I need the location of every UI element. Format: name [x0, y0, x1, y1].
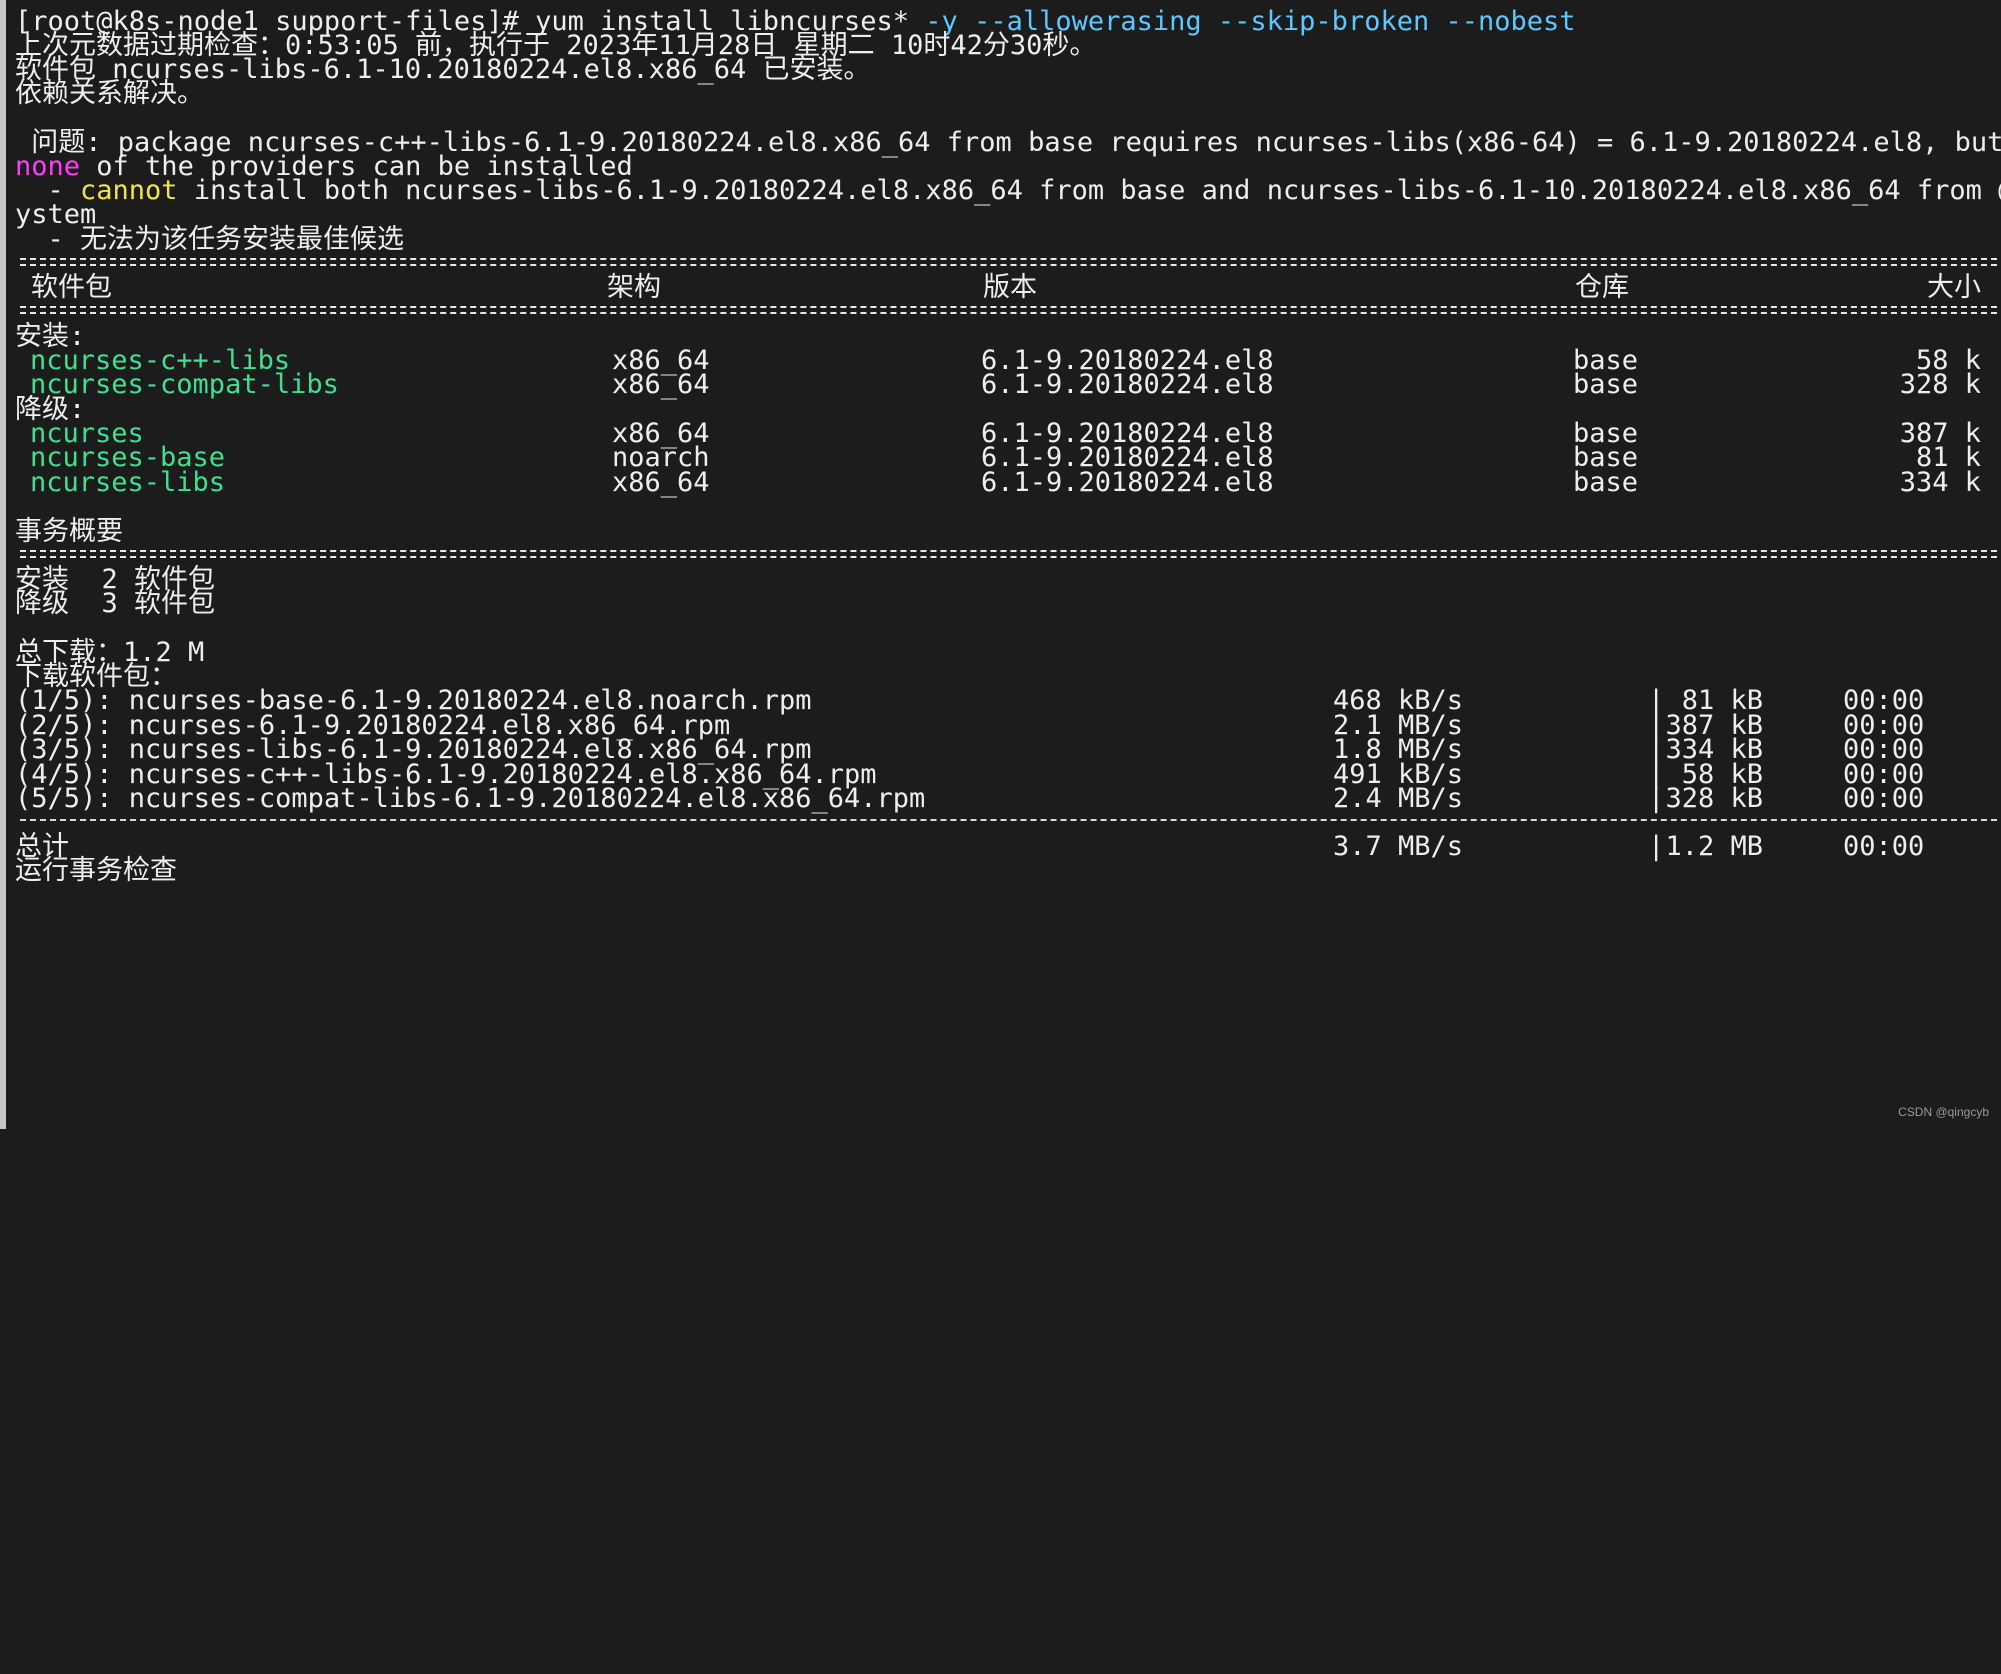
downgrade-count: 降级 3 软件包: [15, 588, 216, 619]
download-speed: 2.4 MB/s: [1332, 783, 1463, 814]
package-name: ncurses-libs: [30, 467, 226, 498]
header-arch: 架构: [607, 272, 661, 303]
transaction-summary-title: 事务概要: [15, 516, 123, 547]
package-size: 334 k: [1899, 467, 1981, 498]
download-size: 328 kB: [1665, 783, 1763, 814]
header-repo: 仓库: [1575, 272, 1629, 303]
dependency-resolved-line: 依赖关系解决。: [15, 78, 204, 109]
double-divider: [20, 306, 1997, 314]
double-divider: [20, 550, 1997, 558]
header-size: 大小: [1927, 272, 1981, 303]
terminal-window[interactable]: [root@k8s-node1 support-files]# yum inst…: [0, 0, 2001, 1129]
download-row: (5/5): ncurses-compat-libs-6.1-9.2018022…: [15, 783, 2001, 814]
download-separator: |: [1648, 783, 1665, 814]
table-row: ncurses-libs x86_64 6.1-9.20180224.el8 b…: [15, 467, 2001, 498]
transaction-check-line: 运行事务检查: [15, 855, 177, 886]
double-divider: [20, 258, 1997, 266]
header-version: 版本: [983, 272, 1037, 303]
single-divider: [20, 819, 1997, 821]
problem-line-5: - 无法为该任务安装最佳候选: [15, 224, 405, 255]
package-version: 6.1-9.20180224.el8: [981, 467, 1274, 498]
download-file: (5/5): ncurses-compat-libs-6.1-9.2018022…: [15, 783, 926, 814]
package-repo: base: [1573, 467, 1639, 498]
header-package: 软件包: [31, 272, 112, 303]
package-arch: x86_64: [612, 467, 710, 498]
download-time: 00:00: [1843, 783, 1925, 814]
watermark: CSDN @qingcyb: [1898, 1105, 1989, 1119]
table-header: 软件包 架构 版本 仓库 大小: [15, 272, 2001, 303]
